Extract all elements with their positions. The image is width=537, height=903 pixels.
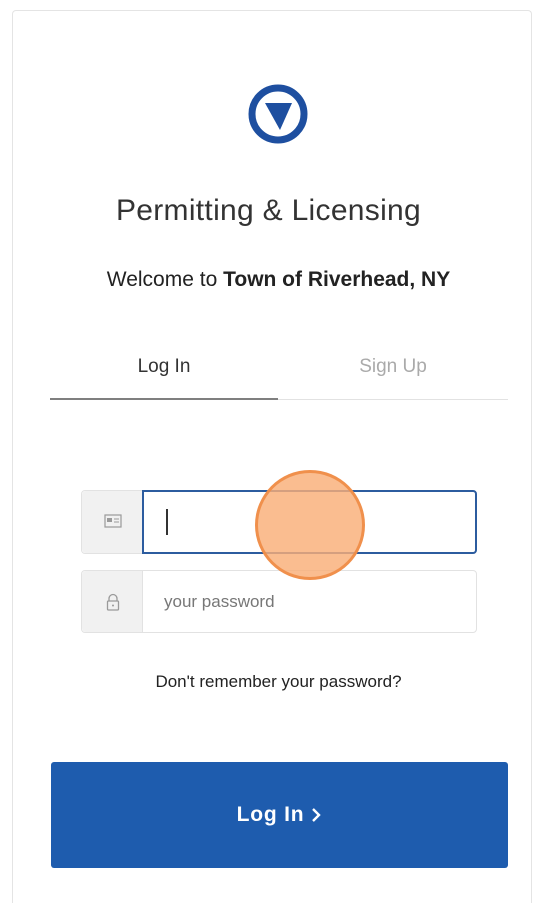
text-caret	[166, 509, 168, 535]
touch-indicator	[255, 470, 365, 580]
tab-active-indicator	[50, 398, 278, 400]
lock-icon	[106, 593, 120, 611]
organization-name: Town of Riverhead, NY	[223, 268, 451, 291]
tab-log-in[interactable]: Log In	[50, 356, 278, 378]
username-icon-box	[82, 491, 143, 553]
login-button[interactable]: Log In	[51, 762, 508, 868]
chevron-right-icon	[312, 808, 322, 822]
welcome-prefix: Welcome to	[106, 268, 224, 291]
login-button-label: Log In	[236, 803, 305, 826]
password-field: your password	[81, 570, 477, 633]
forgot-password-link[interactable]: Don't remember your password?	[0, 672, 537, 692]
password-icon-box	[82, 571, 143, 632]
location-arrow-circle-icon	[248, 84, 308, 144]
page-title: Permitting & Licensing	[115, 194, 422, 227]
tab-sign-up[interactable]: Sign Up	[278, 356, 508, 378]
password-input[interactable]: your password	[164, 592, 275, 612]
welcome-text: Welcome to Town of Riverhead, NY	[0, 268, 537, 292]
id-card-icon	[104, 514, 122, 528]
